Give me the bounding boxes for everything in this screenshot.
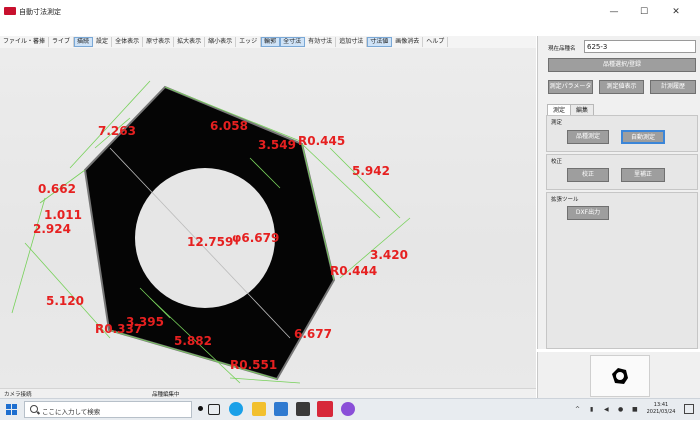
menu-item[interactable]: 設定: [93, 37, 113, 47]
menu-item[interactable]: 輪郭: [261, 37, 281, 47]
close-button[interactable]: ✕: [668, 6, 684, 18]
calibration-group: 校正 校正 里補正: [546, 154, 698, 190]
clock-time: 13:41: [653, 402, 669, 408]
calibrate-button[interactable]: 校正: [567, 168, 609, 182]
below-screen-area: [0, 420, 700, 440]
tray-chevron-icon[interactable]: ^: [575, 406, 580, 413]
measure-group: 測定 品種測定 自動測定: [546, 115, 698, 152]
measure-group-title: 測定: [551, 120, 563, 126]
auto-measure-button[interactable]: 自動測定: [621, 130, 665, 144]
task-view-icon[interactable]: [208, 404, 220, 415]
quality-measure-button[interactable]: 品種測定: [567, 130, 609, 144]
nut-thumbnail-icon: [612, 368, 628, 384]
product-name-label: 現在品種名: [548, 46, 576, 52]
dim-label: 5.882: [174, 334, 212, 348]
store-icon[interactable]: [274, 402, 288, 416]
window-title: 自動寸法測定: [19, 8, 61, 16]
dim-label: 6.058: [210, 119, 248, 133]
edit-status: 品種編集中: [152, 392, 180, 398]
taskbar: ここに入力して検索 ^ ▮ ◀ ● ■ 13:41 2021/03/24: [0, 398, 700, 421]
measure-params-button[interactable]: 測定パラメータ: [548, 80, 593, 94]
status-bar: カメラ接続 品種編集中: [0, 388, 536, 398]
dim-label: φ6.679: [232, 231, 280, 245]
menu-item[interactable]: エッジ: [236, 37, 262, 47]
search-placeholder: ここに入力して検索: [42, 408, 101, 416]
dim-label: 5.120: [46, 294, 84, 308]
camera-status: カメラ接続: [4, 392, 32, 398]
menu-item[interactable]: ヘルプ: [423, 37, 449, 47]
product-select-button[interactable]: 品種選択/登録: [548, 58, 696, 72]
menu-item[interactable]: ライブ: [49, 37, 75, 47]
calibration-group-title: 校正: [551, 159, 563, 165]
menu-item[interactable]: 追加寸法: [336, 37, 368, 47]
menu-item[interactable]: 全体表示: [112, 37, 144, 47]
clock-date: 2021/03/24: [646, 409, 676, 415]
taskbar-search[interactable]: ここに入力して検索: [24, 401, 192, 418]
tray-ime-icon[interactable]: ■: [632, 406, 638, 413]
menu-item[interactable]: ファイル・蕃捧: [0, 37, 50, 47]
menu-item[interactable]: 描続: [74, 37, 94, 47]
search-icon: [30, 405, 38, 413]
dim-label: 6.677: [294, 327, 332, 341]
menu-item[interactable]: 有効寸法: [305, 37, 337, 47]
taskbar-clock[interactable]: 13:41 2021/03/24: [645, 402, 677, 416]
menu-item[interactable]: 全寸法: [280, 37, 306, 47]
edge-browser-icon[interactable]: [229, 402, 243, 416]
app-logo-icon: [4, 7, 16, 15]
dim-label: 5.942: [352, 164, 390, 178]
tray-battery-icon[interactable]: ●: [618, 406, 623, 413]
dim-label: R0.445: [298, 134, 346, 148]
notification-icon[interactable]: [684, 404, 694, 414]
dim-label: 3.549: [258, 138, 296, 152]
dim-label: 0.662: [38, 182, 76, 196]
app-icon[interactable]: [296, 402, 310, 416]
dim-label: R0.551: [230, 358, 278, 372]
measurement-app-icon[interactable]: [317, 401, 333, 417]
recalibrate-button[interactable]: 里補正: [621, 168, 665, 182]
tray-network-icon[interactable]: ▮: [590, 406, 593, 413]
cortana-icon[interactable]: [198, 406, 203, 411]
dim-label: R0.444: [330, 264, 378, 278]
product-name-field[interactable]: 625-3: [584, 40, 696, 53]
menu-item[interactable]: 拡大表示: [174, 37, 206, 47]
dim-label: 3.420: [370, 248, 408, 262]
maximize-button[interactable]: ☐: [636, 6, 652, 18]
dim-label: 3.395: [126, 315, 164, 329]
menu-item[interactable]: 縮小表示: [205, 37, 237, 47]
dim-label: 7.263: [98, 124, 136, 138]
dim-label: 1.011: [44, 208, 82, 222]
preview-thumbnail[interactable]: [590, 355, 650, 397]
dxf-export-button[interactable]: DXF出力: [567, 206, 609, 220]
menu-item[interactable]: 寸法値: [367, 37, 393, 47]
measure-history-button[interactable]: 計測履歴: [650, 80, 696, 94]
tray-volume-icon[interactable]: ◀: [604, 406, 609, 413]
dim-label: 2.924: [33, 222, 71, 236]
title-bar: 自動寸法測定 — ☐ ✕: [0, 0, 700, 26]
measure-values-button[interactable]: 測定値表示: [599, 80, 644, 94]
paint-icon[interactable]: [341, 402, 355, 416]
dim-label: 12.759: [187, 235, 234, 249]
menu-item[interactable]: 原寸表示: [143, 37, 175, 47]
control-panel: 現在品種名 625-3 品種選択/登録 測定パラメータ 測定値表示 計測履歴 測…: [537, 36, 700, 349]
file-explorer-icon[interactable]: [252, 402, 266, 416]
minimize-button[interactable]: —: [606, 6, 622, 18]
extension-tools-title: 拡張ツール: [551, 197, 579, 203]
menu-item[interactable]: 画像消去: [392, 37, 424, 47]
preview-pane: [537, 352, 700, 398]
windows-start-icon[interactable]: [6, 404, 17, 415]
extension-tools-group: 拡張ツール DXF出力: [546, 192, 698, 349]
image-canvas[interactable]: 7.263 6.058 3.549 R0.445 5.942 0.662 1.0…: [0, 48, 536, 388]
